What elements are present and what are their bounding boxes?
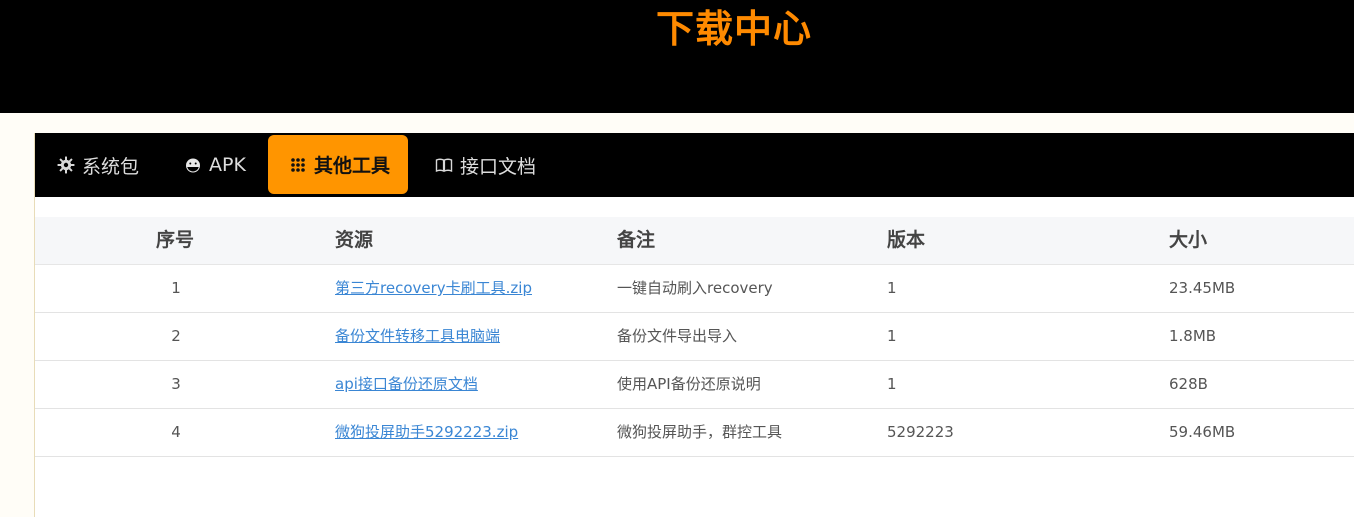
resource-link[interactable]: 备份文件转移工具电脑端 — [335, 327, 500, 345]
row-size: 59.46MB — [1169, 423, 1236, 441]
row-note: 一键自动刷入recovery — [617, 279, 773, 297]
resource-link[interactable]: api接口备份还原文档 — [335, 375, 478, 393]
row-size: 23.45MB — [1169, 279, 1236, 297]
tab-bar: 系统包 APK 其他工具 接口文档 — [35, 133, 1354, 197]
row-note: 微狗投屏助手，群控工具 — [617, 423, 783, 441]
book-icon — [434, 155, 454, 175]
row-size: 1.8MB — [1169, 327, 1217, 345]
row-version: 5292223 — [887, 423, 954, 441]
page-title: 下载中心 — [655, 7, 812, 51]
table-row: 2 备份文件转移工具电脑端 备份文件导出导入 1 1.8MB — [35, 313, 1354, 361]
row-index: 1 — [171, 279, 181, 297]
column-header-resource: 资源 — [335, 229, 374, 251]
row-version: 1 — [887, 279, 897, 297]
tab-other-tools[interactable]: 其他工具 — [268, 135, 409, 194]
resource-link[interactable]: 第三方recovery卡刷工具.zip — [335, 279, 532, 297]
table-header: 序号 资源 备注 版本 大小 — [35, 217, 1354, 265]
gear-icon — [56, 155, 76, 175]
tab-label: APK — [209, 154, 246, 176]
table-row: 3 api接口备份还原文档 使用API备份还原说明 1 628B — [35, 361, 1354, 409]
column-header-size: 大小 — [1169, 229, 1208, 251]
row-size: 628B — [1169, 375, 1208, 393]
grid-dots-icon — [288, 155, 308, 175]
row-index: 2 — [171, 327, 181, 345]
tab-label: 接口文档 — [460, 155, 537, 178]
resource-table: 序号 资源 备注 版本 大小 1 第三方recovery卡刷工具.zip 一键自… — [35, 217, 1354, 457]
page-header: 下载中心 — [0, 0, 1354, 113]
tab-label: 系统包 — [82, 155, 140, 178]
android-icon — [183, 155, 203, 175]
row-note: 使用API备份还原说明 — [617, 375, 761, 393]
tab-label: 其他工具 — [314, 155, 391, 177]
column-header-note: 备注 — [617, 229, 656, 251]
tab-system-package[interactable]: 系统包 — [56, 133, 139, 197]
resource-link[interactable]: 微狗投屏助手5292223.zip — [335, 423, 518, 441]
column-header-index: 序号 — [156, 229, 195, 251]
row-index: 3 — [171, 375, 181, 393]
row-index: 4 — [171, 423, 181, 441]
tab-apk[interactable]: APK — [183, 133, 246, 197]
row-note: 备份文件导出导入 — [617, 327, 738, 345]
table-row: 4 微狗投屏助手5292223.zip 微狗投屏助手，群控工具 5292223 … — [35, 409, 1354, 457]
tab-api-docs[interactable]: 接口文档 — [434, 133, 536, 197]
download-panel: 系统包 APK 其他工具 接口文档 序号 资源 备注 版本 大小 1 第三方re… — [34, 133, 1354, 517]
table-row: 1 第三方recovery卡刷工具.zip 一键自动刷入recovery 1 2… — [35, 265, 1354, 313]
row-version: 1 — [887, 327, 897, 345]
column-header-version: 版本 — [887, 229, 926, 251]
row-version: 1 — [887, 375, 897, 393]
